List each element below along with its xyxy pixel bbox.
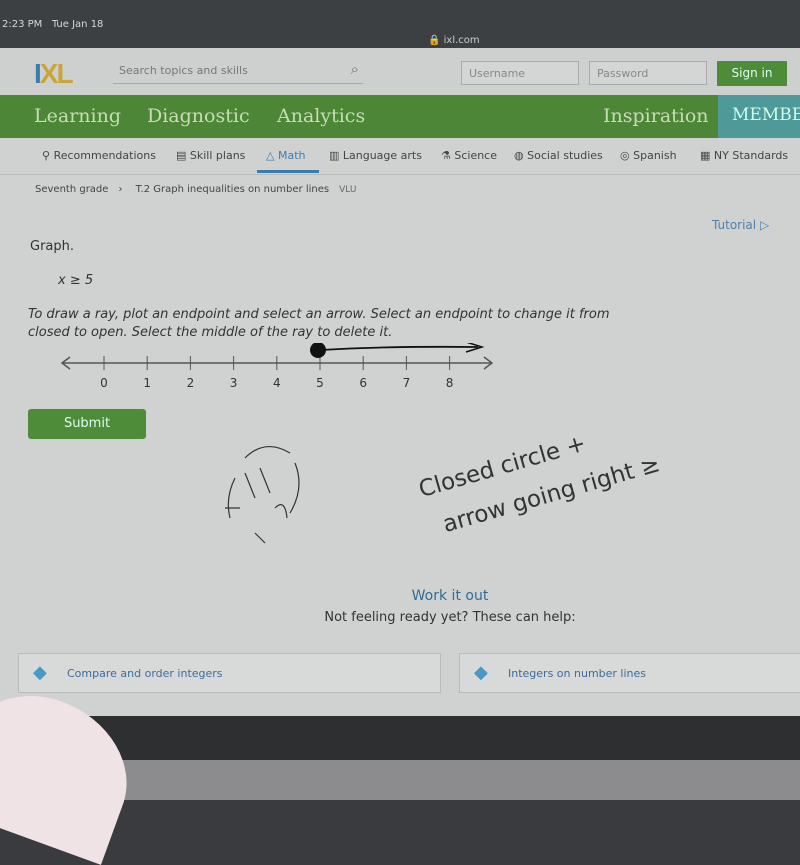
nav-membership[interactable]: MEMBE [718,95,800,138]
submit-button[interactable]: Submit [28,409,146,439]
tick-label: 4 [273,376,281,390]
instructions-line-2: closed to open. Select the middle of the… [28,325,393,340]
breadcrumb-skill: T.2 Graph inequalities on number lines [135,184,330,195]
search-icon[interactable]: ⌕ [351,60,359,78]
diamond-icon: ◆ [474,662,488,683]
tick-label: 1 [143,376,151,390]
skill-code: VLU [339,185,357,195]
url-bar[interactable]: 🔒 ixl.com [428,35,480,46]
work-it-out-subtitle: Not feeling ready yet? These can help: [324,610,576,625]
tick-label: 5 [316,376,324,390]
subnav-science[interactable]: ⚗ Science [441,149,497,162]
subnav-social-studies[interactable]: ◍ Social studies [514,149,603,162]
tick-label: 8 [446,376,454,390]
nav-analytics[interactable]: Analytics [277,105,365,127]
subject-nav: ⚲ Recommendations ▤ Skill plans △ Math ▥… [0,138,800,175]
tick-label: 3 [230,376,238,390]
ray-line[interactable] [320,345,479,351]
question-prompt: Graph. [30,239,75,254]
help-card-integers-number-lines[interactable]: ◆ Integers on number lines [459,653,800,693]
username-field[interactable]: Username [461,61,579,85]
subnav-skill-plans[interactable]: ▤ Skill plans [176,149,245,162]
instructions-line-1: To draw a ray, plot an endpoint and sele… [28,307,610,322]
tutorial-link[interactable]: Tutorial ▷ [712,218,769,232]
number-line[interactable]: 0 1 2 3 4 5 6 7 8 [28,343,508,393]
status-bar: 2:23 PM Tue Jan 18 🔒 ixl.com [0,0,800,48]
search-input[interactable]: Search topics and skills ⌕ [113,60,363,84]
diamond-icon: ◆ [33,662,47,683]
active-tab-underline [257,170,319,173]
password-field[interactable]: Password [589,61,707,85]
sign-in-button[interactable]: Sign in [717,61,787,86]
tick-label: 0 [100,376,108,390]
nav-learning[interactable]: Learning [34,105,121,127]
tick-label: 7 [403,376,411,390]
help-card-compare-integers[interactable]: ◆ Compare and order integers [18,653,441,693]
nav-diagnostic[interactable]: Diagnostic [147,105,250,127]
tick-label: 6 [359,376,367,390]
closed-endpoint[interactable] [310,343,326,358]
breadcrumb: Seventh grade › T.2 Graph inequalities on… [35,184,357,195]
tick-label: 2 [187,376,195,390]
subnav-recommendations[interactable]: ⚲ Recommendations [42,149,156,162]
work-it-out-section: Work it out Not feeling ready yet? These… [0,588,800,625]
work-it-out-title: Work it out [411,588,489,604]
main-nav: Learning Diagnostic Analytics Inspiratio… [0,95,800,138]
status-time: 2:23 PM Tue Jan 18 [2,19,104,30]
subnav-math[interactable]: △ Math [266,149,306,162]
breadcrumb-grade[interactable]: Seventh grade [35,184,108,195]
subnav-spanish[interactable]: ◎ Spanish [620,149,677,162]
ixl-logo[interactable]: IXL [34,58,74,90]
nav-inspiration[interactable]: Inspiration [603,105,709,127]
subnav-ny-standards[interactable]: ▦ NY Standards [700,149,788,162]
subnav-language-arts[interactable]: ▥ Language arts [329,149,422,162]
play-icon: ▷ [759,218,770,232]
inequality: x ≥ 5 [58,273,94,288]
top-bar: IXL Search topics and skills ⌕ Username P… [0,48,800,95]
doodle-sketch [225,446,300,544]
browser-screen: IXL Search topics and skills ⌕ Username P… [0,48,800,716]
